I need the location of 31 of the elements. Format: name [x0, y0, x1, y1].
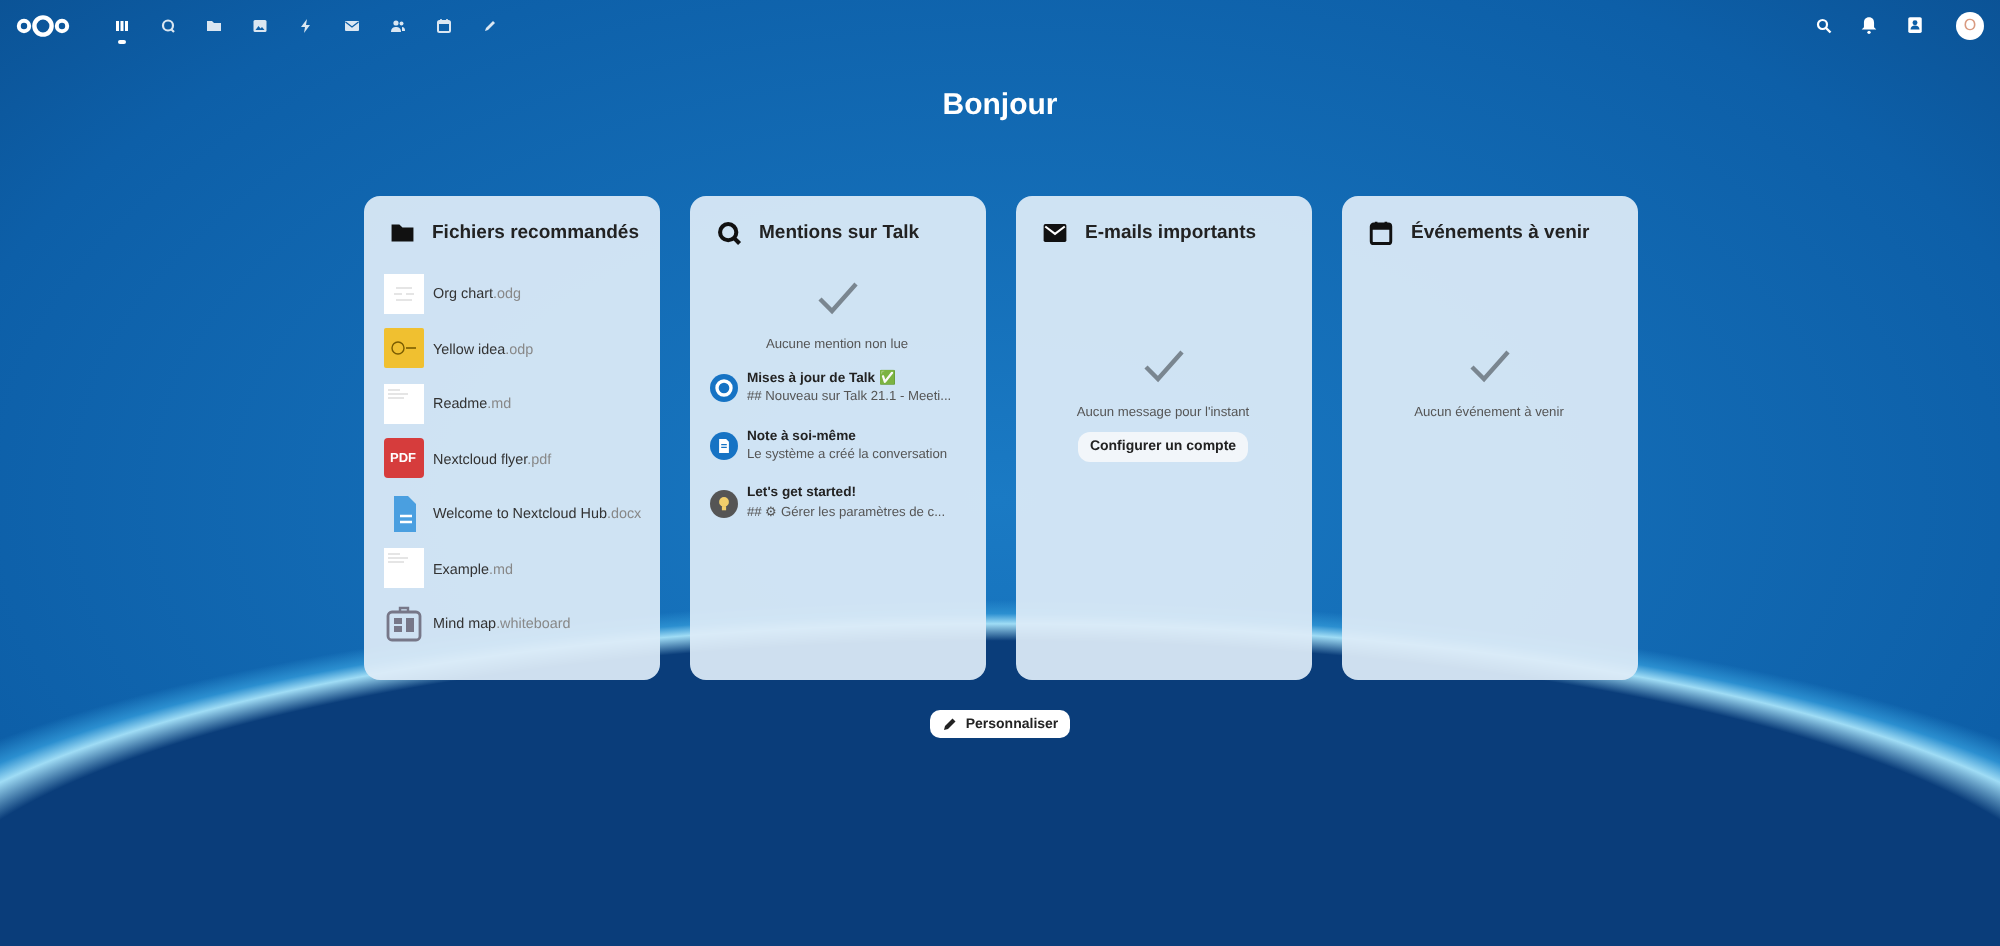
slide-thumbnail	[383, 328, 423, 369]
note-avatar-icon	[709, 431, 737, 459]
envelope-icon[interactable]	[343, 17, 359, 33]
image-icon[interactable]	[251, 17, 267, 33]
folder-icon	[389, 220, 414, 246]
widget-title: Événements à venir	[1411, 222, 1590, 244]
dashboard-icon[interactable]	[113, 17, 129, 33]
envelope-icon	[1041, 220, 1067, 246]
calendar-icon	[1367, 220, 1393, 246]
calendar-icon[interactable]	[435, 17, 451, 33]
whiteboard-icon	[383, 603, 423, 644]
logo-icon[interactable]	[16, 13, 70, 37]
document-thumbnail	[383, 383, 423, 424]
widget-title: Fichiers recommandés	[432, 222, 639, 244]
greeting-heading: Bonjour	[942, 88, 1058, 126]
chat-avatar-icon	[709, 373, 737, 401]
lightning-icon[interactable]	[297, 17, 313, 33]
pencil-icon	[941, 716, 958, 732]
bell-icon[interactable]	[1860, 16, 1878, 34]
widget-title: Mentions sur Talk	[759, 222, 920, 244]
lightbulb-avatar-icon	[709, 489, 737, 517]
search-icon[interactable]	[1816, 17, 1832, 33]
pencil-icon[interactable]	[481, 17, 497, 33]
contacts-icon[interactable]	[1906, 16, 1924, 34]
chat-icon[interactable]	[159, 17, 175, 33]
chat-icon	[715, 220, 741, 246]
people-icon[interactable]	[389, 17, 405, 33]
document-thumbnail	[383, 548, 423, 589]
folder-icon[interactable]	[205, 17, 221, 33]
document-thumbnail	[383, 273, 423, 314]
widget-title: E-mails importants	[1085, 222, 1257, 244]
